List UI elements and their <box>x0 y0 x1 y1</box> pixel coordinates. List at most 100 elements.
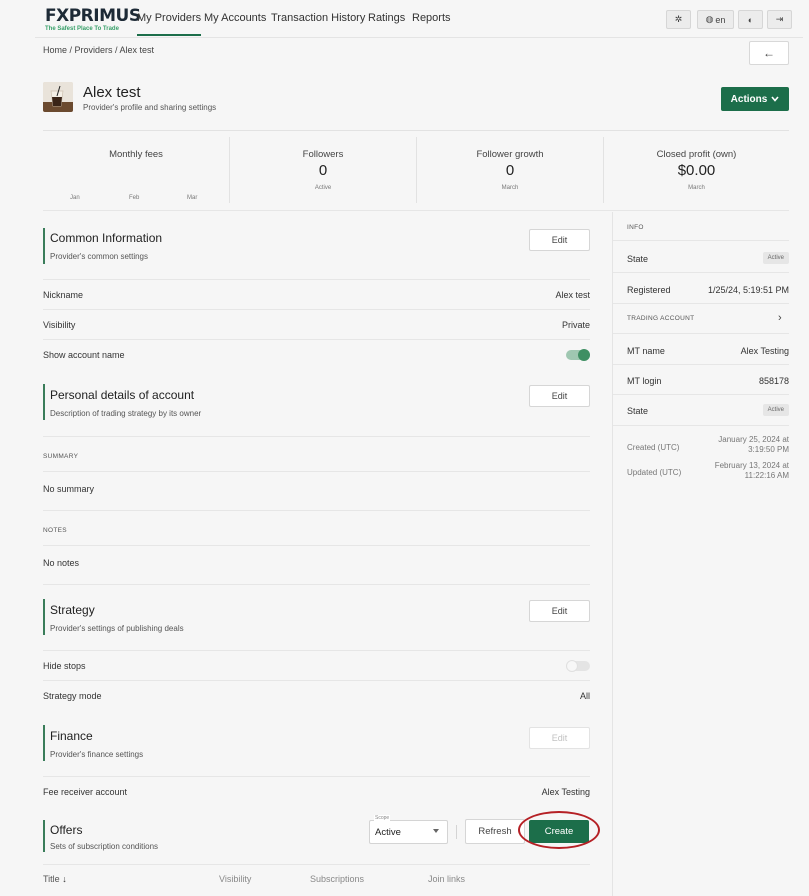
info-panel-border <box>612 212 613 896</box>
divider <box>43 584 590 585</box>
logout-button[interactable]: ⇥ <box>767 10 792 29</box>
notes-value: No notes <box>43 558 80 568</box>
hide-stops-toggle[interactable] <box>566 660 590 672</box>
scope-select[interactable]: Scope Active <box>369 815 448 844</box>
nav-transaction-history[interactable]: Transaction History <box>271 12 365 24</box>
edit-finance-button[interactable]: Edit <box>529 727 590 749</box>
updated-label: Updated (UTC) <box>627 468 682 477</box>
logo-tagline: The Safest Place To Trade <box>45 26 119 32</box>
section-accent <box>43 725 45 761</box>
stat-label: Monthly fees <box>109 149 163 160</box>
column-header-subscriptions[interactable]: Subscriptions <box>310 874 364 884</box>
theme-toggle-button[interactable]: ◐ <box>738 10 763 29</box>
divider <box>43 776 590 777</box>
show-account-name-label: Show account name <box>43 350 125 360</box>
divider <box>613 364 789 365</box>
divider <box>43 545 590 546</box>
toggle-knob <box>566 660 578 672</box>
divider <box>43 210 789 211</box>
registered-value: 1/25/24, 5:19:51 PM <box>707 285 789 295</box>
show-account-name-toggle[interactable] <box>566 349 590 361</box>
stat-followers: Followers 0 Active <box>230 131 416 209</box>
stat-monthly-fees: Monthly fees Jan Feb Mar <box>43 131 229 209</box>
section-title-personal: Personal details of account <box>50 388 195 402</box>
divider <box>43 436 590 437</box>
chevron-right-icon[interactable]: › <box>778 312 782 324</box>
divider <box>613 333 789 334</box>
settings-button[interactable]: ✲ <box>666 10 691 29</box>
registered-label: Registered <box>627 285 671 295</box>
stat-label: Followers <box>302 149 344 160</box>
toggle-knob <box>578 349 590 361</box>
nickname-value: Alex test <box>555 290 590 300</box>
logout-icon: ⇥ <box>775 14 784 24</box>
account-state-badge: Active <box>762 404 789 416</box>
stats-panel: Monthly fees Jan Feb Mar Followers 0 Act… <box>43 130 789 210</box>
divider <box>456 825 457 839</box>
breadcrumb[interactable]: Home / Providers / Alex test <box>43 45 154 55</box>
column-header-title[interactable]: Title ↓ <box>43 874 67 884</box>
create-offer-button[interactable]: Create <box>529 820 589 843</box>
month-label: Feb <box>129 195 140 201</box>
top-navigation: FXPRIMUS The Safest Place To Trade My Pr… <box>35 0 803 38</box>
section-accent <box>43 599 45 635</box>
mt-login-label: MT login <box>627 376 662 386</box>
trading-account-caption: TRADING ACCOUNT <box>627 315 695 322</box>
refresh-button[interactable]: Refresh <box>465 819 525 844</box>
summary-value: No summary <box>43 484 95 494</box>
divider <box>43 471 590 472</box>
updated-date: February 13, 2024 at <box>714 461 789 470</box>
back-button[interactable]: ← <box>749 41 789 65</box>
divider <box>43 279 590 280</box>
fee-receiver-value: Alex Testing <box>541 787 590 797</box>
created-date: January 25, 2024 at <box>718 435 789 444</box>
section-title-strategy: Strategy <box>50 603 95 617</box>
created-value: January 25, 2024 at 3:19:50 PM <box>718 435 789 455</box>
nav-my-providers[interactable]: My Providers <box>137 12 202 36</box>
created-time: 3:19:50 PM <box>748 445 789 454</box>
divider <box>43 650 590 651</box>
strategy-mode-value: All <box>579 691 590 701</box>
gear-icon: ✲ <box>674 14 683 24</box>
updated-time: 11:22:16 AM <box>744 471 789 480</box>
stat-value: $0.00 <box>677 162 716 179</box>
updated-value: February 13, 2024 at 11:22:16 AM <box>715 461 789 481</box>
caret-down-icon <box>433 829 439 833</box>
provider-name: Alex test <box>83 84 141 101</box>
actions-label: Actions <box>730 93 768 105</box>
nav-ratings[interactable]: Ratings <box>368 12 405 24</box>
visibility-value: Private <box>561 320 590 330</box>
month-label: Mar <box>187 195 198 201</box>
edit-personal-button[interactable]: Edit <box>529 385 590 407</box>
nav-reports[interactable]: Reports <box>412 12 451 24</box>
stat-label: Follower growth <box>476 149 544 160</box>
column-header-visibility[interactable]: Visibility <box>219 874 251 884</box>
edit-strategy-button[interactable]: Edit <box>529 600 590 622</box>
brand-logo[interactable]: FXPRIMUS The Safest Place To Trade <box>45 8 141 33</box>
edit-common-button[interactable]: Edit <box>529 229 590 251</box>
chevron-down-icon <box>771 96 779 102</box>
scope-label: Scope <box>374 815 391 821</box>
stat-value: 0 <box>505 162 515 179</box>
nickname-label: Nickname <box>43 290 84 300</box>
column-header-join-links[interactable]: Join links <box>428 874 465 884</box>
language-button[interactable]: ◍ en <box>697 10 734 29</box>
column-title-label: Title <box>43 874 60 884</box>
stat-closed-profit: Closed profit (own) $0.00 March <box>604 131 789 209</box>
stat-label: Closed profit (own) <box>656 149 737 160</box>
notes-caption: NOTES <box>43 527 67 534</box>
section-accent <box>43 228 45 264</box>
nav-my-accounts[interactable]: My Accounts <box>204 12 266 24</box>
section-subtitle: Provider's finance settings <box>50 750 144 759</box>
sort-down-icon: ↓ <box>62 874 67 884</box>
section-subtitle: Sets of subscription conditions <box>50 842 159 851</box>
summary-caption: SUMMARY <box>43 453 79 460</box>
contrast-icon: ◐ <box>747 14 754 25</box>
stat-sub: Active <box>314 185 332 191</box>
created-label: Created (UTC) <box>627 443 680 452</box>
divider <box>43 864 590 865</box>
actions-button[interactable]: Actions <box>721 87 789 111</box>
provider-avatar <box>43 82 73 112</box>
mt-name-label: MT name <box>627 346 665 356</box>
divider <box>613 425 789 426</box>
